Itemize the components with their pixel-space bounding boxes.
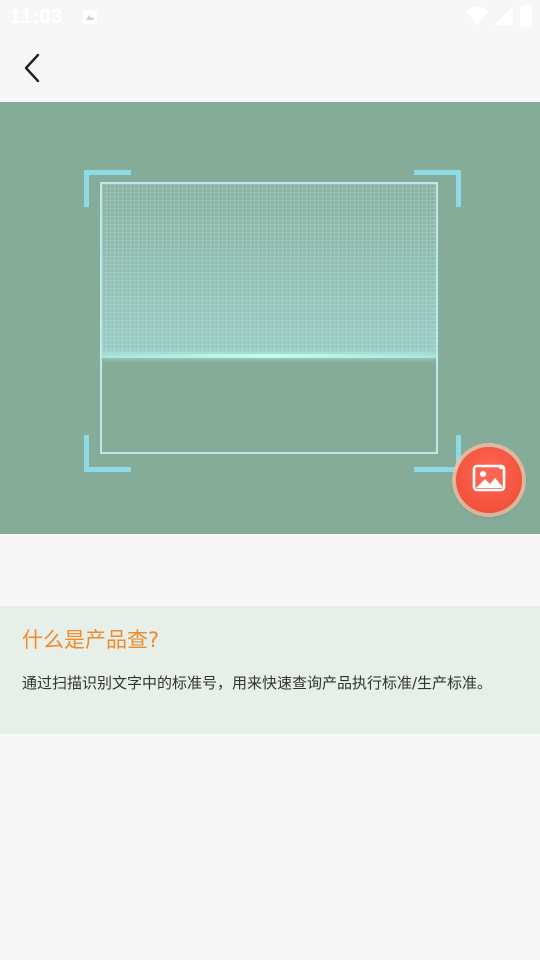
- status-time: 11:03: [10, 6, 63, 28]
- scan-frame: [100, 182, 438, 454]
- status-icons: [466, 4, 532, 32]
- top-bar: [0, 36, 540, 102]
- status-bar: 11:03: [0, 0, 540, 36]
- gallery-button[interactable]: [456, 447, 522, 513]
- info-description: 通过扫描识别文字中的标准号，用来快速查询产品执行标准/生产标准。: [22, 674, 493, 692]
- scan-line: [102, 354, 436, 358]
- info-card: 什么是产品查? 通过扫描识别文字中的标准号，用来快速查询产品执行标准/生产标准。: [0, 606, 540, 734]
- signal-icon: [494, 5, 514, 31]
- back-button[interactable]: [12, 50, 52, 90]
- battery-icon: [520, 4, 532, 32]
- wifi-icon: [466, 6, 488, 31]
- camera-preview: [0, 102, 540, 534]
- info-title: 什么是产品查?: [22, 628, 160, 652]
- scan-grid: [102, 184, 436, 358]
- back-chevron-icon: [22, 53, 42, 87]
- notification-icon: [82, 9, 98, 25]
- image-gallery-icon: [472, 463, 506, 497]
